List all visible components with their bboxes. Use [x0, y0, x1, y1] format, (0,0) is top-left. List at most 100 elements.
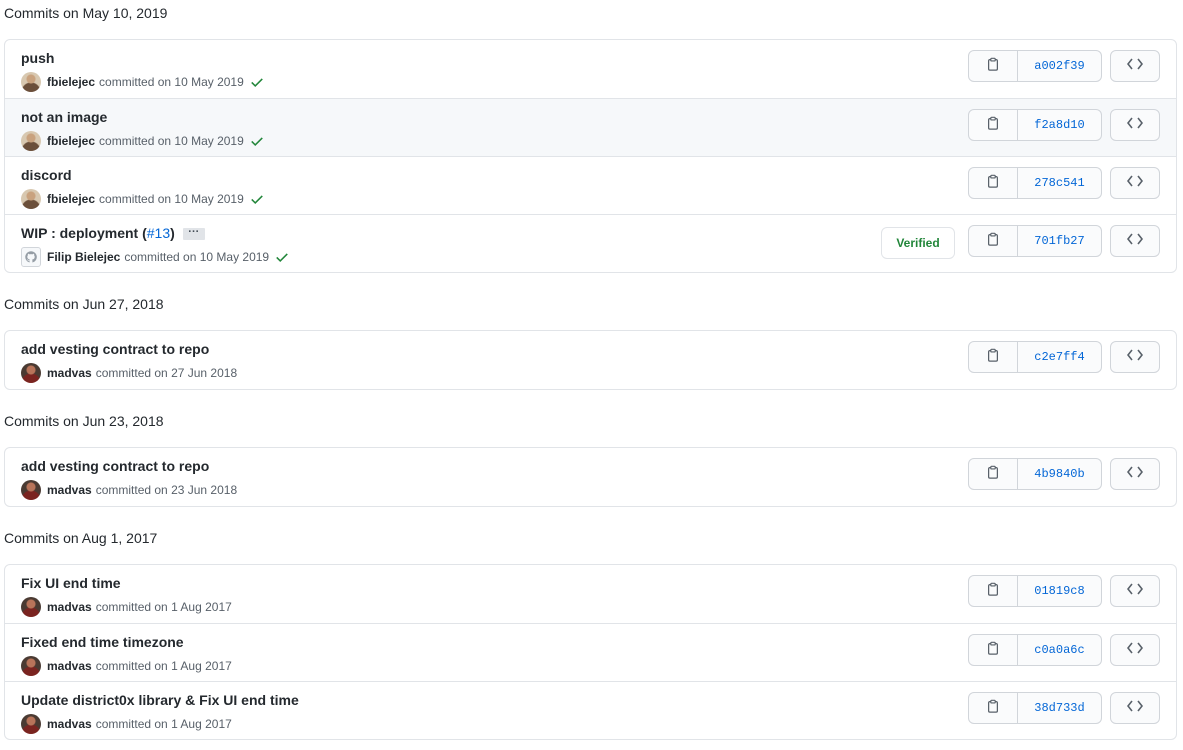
- commit-actions: 38d733d: [968, 692, 1160, 724]
- commit-sha-link[interactable]: 38d733d: [1018, 692, 1102, 724]
- commit-author[interactable]: madvas: [47, 600, 92, 614]
- check-icon[interactable]: [250, 192, 264, 206]
- copy-sha-button[interactable]: [968, 167, 1018, 199]
- author-avatar[interactable]: [21, 714, 41, 734]
- commit-sha-link[interactable]: 278c541: [1018, 167, 1102, 199]
- commit-author[interactable]: madvas: [47, 366, 92, 380]
- commit-sha-link[interactable]: f2a8d10: [1018, 109, 1102, 141]
- commit-sha-link[interactable]: c2e7ff4: [1018, 341, 1102, 373]
- browse-repo-button[interactable]: [1110, 167, 1160, 199]
- author-avatar[interactable]: [21, 72, 41, 92]
- commit-message-text: WIP : deployment (: [21, 225, 147, 241]
- commit-meta: Filip Bielejec committed on 10 May 2019: [21, 247, 289, 267]
- commit-row: Update district0x library & Fix UI end t…: [5, 681, 1176, 739]
- commit-author[interactable]: Filip Bielejec: [47, 250, 120, 264]
- commit-meta: fbielejec committed on 10 May 2019: [21, 189, 264, 209]
- code-icon: [1126, 699, 1144, 718]
- commit-date: committed on 1 Aug 2017: [95, 600, 232, 614]
- commit-message[interactable]: push: [21, 50, 54, 66]
- group-title: Commits on Jun 27, 2018: [4, 296, 164, 312]
- browse-repo-button[interactable]: [1110, 341, 1160, 373]
- commit-actions: a002f39: [968, 50, 1160, 82]
- commit-meta: madvas committed on 27 Jun 2018: [21, 363, 237, 383]
- browse-repo-button[interactable]: [1110, 634, 1160, 666]
- author-avatar[interactable]: [21, 131, 41, 151]
- copy-sha-button[interactable]: [968, 341, 1018, 373]
- commit-author[interactable]: madvas: [47, 717, 92, 731]
- commit-date: committed on 10 May 2019: [99, 192, 244, 206]
- commit-sha-link[interactable]: 01819c8: [1018, 575, 1102, 607]
- copy-sha-button[interactable]: [968, 634, 1018, 666]
- commit-meta: madvas committed on 1 Aug 2017: [21, 714, 232, 734]
- verified-badge[interactable]: Verified: [881, 227, 955, 259]
- commit-author[interactable]: fbielejec: [47, 134, 95, 148]
- pull-request-link[interactable]: #13: [147, 225, 170, 241]
- check-icon[interactable]: [250, 75, 264, 89]
- browse-repo-button[interactable]: [1110, 692, 1160, 724]
- author-avatar[interactable]: [21, 189, 41, 209]
- copy-sha-button[interactable]: [968, 692, 1018, 724]
- commit-message[interactable]: not an image: [21, 109, 107, 125]
- commit-author[interactable]: fbielejec: [47, 192, 95, 206]
- commit-date: committed on 1 Aug 2017: [95, 659, 232, 673]
- browse-repo-button[interactable]: [1110, 458, 1160, 490]
- author-avatar[interactable]: [21, 656, 41, 676]
- copy-sha-button[interactable]: [968, 458, 1018, 490]
- commit-message[interactable]: WIP : deployment (#13) ···: [21, 225, 205, 241]
- clippy-icon: [986, 348, 1000, 367]
- commit-date: committed on 23 Jun 2018: [95, 483, 238, 497]
- expand-message-button[interactable]: ···: [182, 227, 205, 241]
- commit-row: discord fbielejec committed on 10 May 20…: [5, 156, 1176, 214]
- code-icon: [1126, 582, 1144, 601]
- commit-actions: 278c541: [968, 167, 1160, 199]
- copy-sha-button[interactable]: [968, 575, 1018, 607]
- commit-message[interactable]: add vesting contract to repo: [21, 341, 209, 357]
- commit-list: Fix UI end time madvas committed on 1 Au…: [4, 564, 1177, 740]
- commit-list: add vesting contract to repo madvas comm…: [4, 330, 1177, 390]
- commit-list: push fbielejec committed on 10 May 2019 …: [4, 39, 1177, 273]
- commit-message[interactable]: Fix UI end time: [21, 575, 121, 591]
- code-icon: [1126, 57, 1144, 76]
- code-icon: [1126, 641, 1144, 660]
- browse-repo-button[interactable]: [1110, 50, 1160, 82]
- commit-row: not an image fbielejec committed on 10 M…: [5, 98, 1176, 156]
- commit-date: committed on 1 Aug 2017: [95, 717, 232, 731]
- author-avatar[interactable]: [21, 597, 41, 617]
- author-avatar[interactable]: [21, 363, 41, 383]
- browse-repo-button[interactable]: [1110, 109, 1160, 141]
- commit-message[interactable]: discord: [21, 167, 72, 183]
- commit-meta: fbielejec committed on 10 May 2019: [21, 72, 264, 92]
- mark-github-icon[interactable]: [21, 247, 41, 267]
- commit-meta: madvas committed on 1 Aug 2017: [21, 656, 232, 676]
- browse-repo-button[interactable]: [1110, 225, 1160, 257]
- commit-actions: f2a8d10: [968, 109, 1160, 141]
- commit-sha-link[interactable]: 4b9840b: [1018, 458, 1102, 490]
- commit-row: WIP : deployment (#13) ··· Filip Bielejec…: [5, 214, 1176, 272]
- commit-author[interactable]: fbielejec: [47, 75, 95, 89]
- check-icon[interactable]: [275, 250, 289, 264]
- commit-row: Fix UI end time madvas committed on 1 Au…: [5, 565, 1176, 623]
- clippy-icon: [986, 57, 1000, 76]
- commit-author[interactable]: madvas: [47, 483, 92, 497]
- commit-message[interactable]: Fixed end time timezone: [21, 634, 184, 650]
- clippy-icon: [986, 465, 1000, 484]
- copy-sha-button[interactable]: [968, 225, 1018, 257]
- group-title: Commits on Aug 1, 2017: [4, 530, 158, 546]
- commit-actions: 01819c8: [968, 575, 1160, 607]
- commit-sha-link[interactable]: a002f39: [1018, 50, 1102, 82]
- commit-message[interactable]: add vesting contract to repo: [21, 458, 209, 474]
- clippy-icon: [986, 582, 1000, 601]
- commit-author[interactable]: madvas: [47, 659, 92, 673]
- commit-message[interactable]: Update district0x library & Fix UI end t…: [21, 692, 299, 708]
- commit-sha-link[interactable]: 701fb27: [1018, 225, 1102, 257]
- browse-repo-button[interactable]: [1110, 575, 1160, 607]
- commit-date: committed on 10 May 2019: [99, 75, 244, 89]
- code-icon: [1126, 116, 1144, 135]
- author-avatar[interactable]: [21, 480, 41, 500]
- check-icon[interactable]: [250, 134, 264, 148]
- copy-sha-button[interactable]: [968, 50, 1018, 82]
- group-title: Commits on Jun 23, 2018: [4, 413, 164, 429]
- commit-sha-link[interactable]: c0a0a6c: [1018, 634, 1102, 666]
- copy-sha-button[interactable]: [968, 109, 1018, 141]
- commit-row: add vesting contract to repo madvas comm…: [5, 331, 1176, 389]
